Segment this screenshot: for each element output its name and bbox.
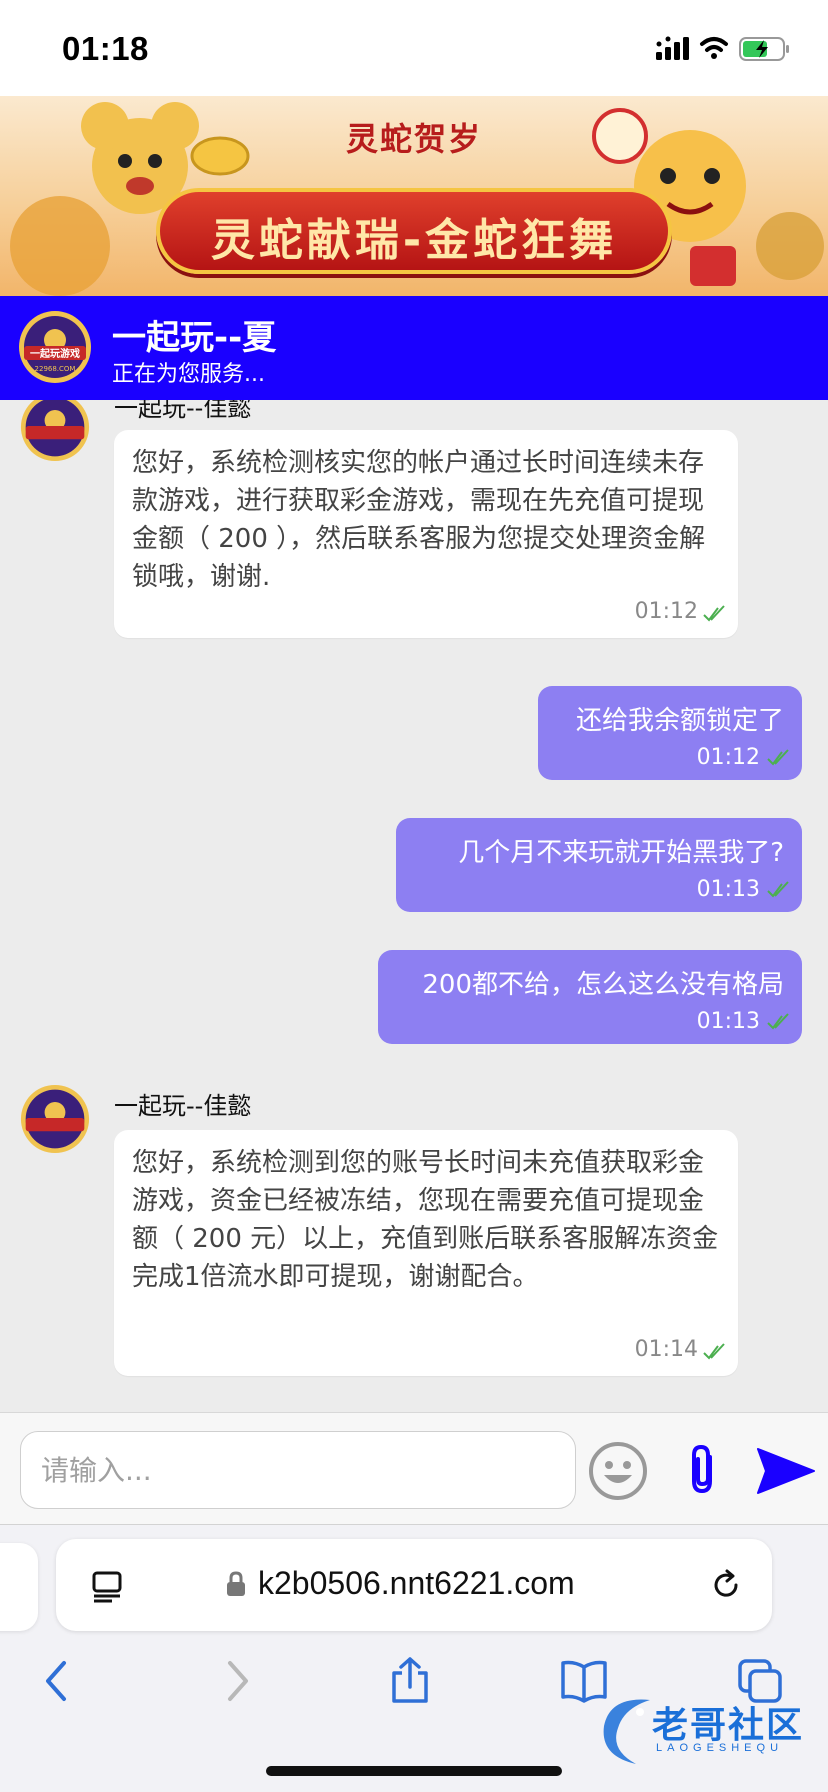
chat-header: 一起玩游戏 22968.COM 一起玩--夏 正在为您服务... bbox=[0, 296, 828, 400]
status-icons bbox=[656, 36, 789, 61]
watermark-subtext: LAOGESHEQU bbox=[656, 1742, 784, 1754]
address-bar[interactable]: k2b0506.nnt6221.com bbox=[56, 1539, 772, 1631]
watermark-logo: 老哥社区 LAOGESHEQU bbox=[590, 1690, 820, 1774]
message-text: 200都不给，怎么这么没有格局 bbox=[422, 970, 784, 1000]
message-text: 您好，系统检测核实您的帐户通过长时间连续未存款游戏，进行获取彩金游戏，需现在先充… bbox=[132, 448, 706, 592]
read-check-icon bbox=[767, 749, 789, 766]
signal-icon bbox=[656, 36, 689, 60]
lock-icon bbox=[227, 1571, 245, 1596]
share-icon[interactable] bbox=[386, 1657, 434, 1705]
battery-charging-icon bbox=[739, 37, 789, 61]
sender-avatar bbox=[20, 1084, 90, 1154]
promo-banner[interactable]: 灵蛇贺岁 灵蛇献瑞-金蛇狂舞 bbox=[0, 96, 828, 296]
forward-icon[interactable] bbox=[212, 1657, 260, 1705]
banner-title: 灵蛇献瑞-金蛇狂舞 bbox=[210, 215, 618, 266]
outgoing-message[interactable]: 200都不给，怎么这么没有格局 01:13 bbox=[378, 950, 802, 1044]
avatar-logo-text: 一起玩游戏 bbox=[30, 347, 80, 360]
agent-status: 正在为您服务... bbox=[112, 362, 265, 387]
read-check-icon bbox=[767, 1013, 789, 1030]
outgoing-message[interactable]: 还给我余额锁定了 01:12 bbox=[538, 686, 802, 780]
url-text: k2b0506.nnt6221.com bbox=[258, 1565, 575, 1601]
incoming-message[interactable]: 您好，系统检测核实您的帐户通过长时间连续未存款游戏，进行获取彩金游戏，需现在先充… bbox=[114, 430, 738, 638]
banner-plaque: 灵蛇献瑞-金蛇狂舞 bbox=[156, 188, 672, 274]
message-text: 您好，系统检测到您的账号长时间未充值获取彩金游戏，资金已经被冻结，您现在需要充值… bbox=[132, 1148, 719, 1292]
back-icon[interactable] bbox=[34, 1657, 82, 1705]
avatar-logo-domain: 22968.COM bbox=[35, 365, 76, 373]
read-check-icon bbox=[703, 1343, 725, 1360]
message-time: 01:12 bbox=[696, 745, 760, 770]
agent-avatar[interactable]: 一起玩游戏 22968.COM bbox=[18, 310, 92, 384]
sender-avatar bbox=[20, 400, 90, 462]
wifi-icon bbox=[700, 37, 728, 59]
status-bar: 01:18 bbox=[0, 0, 828, 96]
sender-name: 一起玩--佳懿 bbox=[114, 1092, 252, 1120]
message-time: 01:13 bbox=[696, 877, 760, 902]
page-menu-icon[interactable] bbox=[90, 1569, 124, 1603]
message-time: 01:14 bbox=[634, 1337, 698, 1362]
banner-subtitle: 灵蛇贺岁 bbox=[345, 120, 482, 158]
reload-icon[interactable] bbox=[708, 1567, 744, 1603]
status-time: 01:18 bbox=[62, 30, 149, 67]
dragon-icon bbox=[603, 1699, 650, 1764]
message-input[interactable] bbox=[20, 1431, 576, 1509]
message-list[interactable]: 一起玩--佳懿 您好，系统检测核实您的帐户通过长时间连续未存款游戏，进行获取彩金… bbox=[0, 400, 828, 1412]
emoji-icon[interactable] bbox=[588, 1441, 648, 1501]
agent-name: 一起玩--夏 bbox=[112, 318, 277, 358]
message-composer bbox=[0, 1412, 828, 1524]
watermark-text: 老哥社区 bbox=[652, 1705, 805, 1746]
incoming-message[interactable]: 您好，系统检测到您的账号长时间未充值获取彩金游戏，资金已经被冻结，您现在需要充值… bbox=[114, 1130, 738, 1376]
message-text: 几个月不来玩就开始黑我了? bbox=[458, 838, 784, 868]
attachment-icon[interactable] bbox=[674, 1441, 734, 1501]
message-time: 01:12 bbox=[634, 599, 698, 624]
read-check-icon bbox=[703, 605, 725, 622]
message-time: 01:13 bbox=[696, 1009, 760, 1034]
send-icon[interactable] bbox=[754, 1441, 818, 1501]
home-indicator[interactable] bbox=[266, 1766, 562, 1776]
outgoing-message[interactable]: 几个月不来玩就开始黑我了? 01:13 bbox=[396, 818, 802, 912]
sender-name: 一起玩--佳懿 bbox=[114, 400, 252, 422]
message-text: 还给我余额锁定了 bbox=[575, 706, 784, 736]
previous-tab-preview[interactable] bbox=[0, 1543, 38, 1631]
read-check-icon bbox=[767, 881, 789, 898]
